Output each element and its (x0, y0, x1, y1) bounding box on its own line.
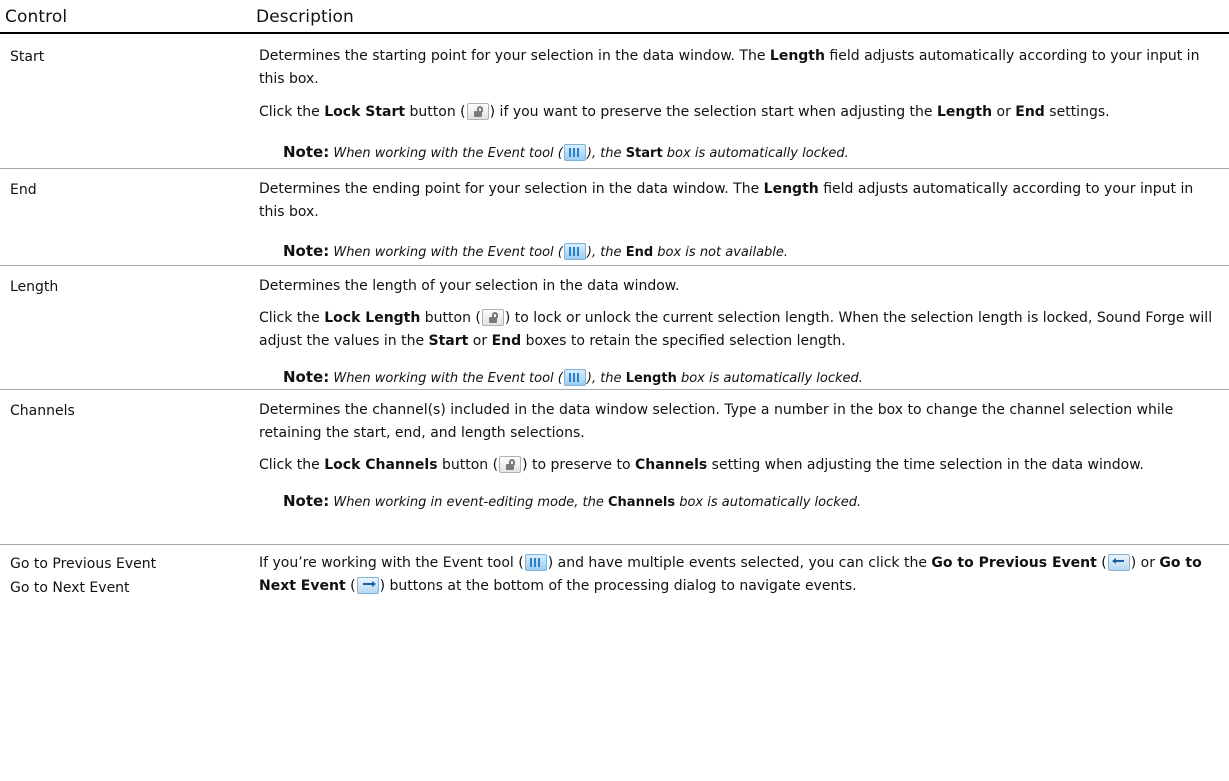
note: Note: When working with the Event tool (… (283, 242, 789, 260)
table-row-end: End Determines the ending point for your… (0, 169, 1229, 266)
note: Note: When working with the Event tool (… (283, 143, 849, 161)
control-name: Start (10, 49, 45, 65)
event-tool-icon (563, 144, 586, 161)
event-tool-icon (563, 243, 586, 260)
header-description: Description (256, 7, 354, 27)
next-event-icon (356, 577, 379, 594)
note: Note: When working with the Event tool (… (283, 368, 863, 386)
header-control: Control (5, 7, 68, 27)
control-go-to-previous-event: Go to Previous Event (10, 556, 157, 572)
description-cell: Determines the starting point for your s… (259, 45, 1221, 165)
control-name: Length (10, 279, 59, 295)
control-description-table: Control Description Start Determines the… (0, 0, 1229, 781)
table-row-goto-events: Go to Previous Event Go to Next Event If… (0, 545, 1229, 781)
control-name: End (10, 182, 37, 198)
table-header: Control Description (0, 0, 1229, 34)
description-cell: Determines the channel(s) included in th… (259, 399, 1221, 514)
description-cell: Determines the ending point for your sel… (259, 178, 1221, 264)
table-row-channels: Channels Determines the channel(s) inclu… (0, 390, 1229, 545)
description-text: Click the Lock Channels button () to pre… (259, 456, 1144, 473)
lock-icon (499, 456, 522, 473)
description-cell: Determines the length of your selection … (259, 275, 1221, 390)
control-go-to-next-event: Go to Next Event (10, 580, 130, 596)
control-name: Go to Previous Event Go to Next Event (10, 555, 156, 597)
control-name: Channels (10, 403, 75, 419)
description-text: If you’re working with the Event tool ()… (259, 554, 1202, 594)
previous-event-icon (1107, 554, 1130, 571)
description-text: Determines the channel(s) included in th… (259, 402, 1174, 441)
note: Note: When working in event-editing mode… (283, 492, 862, 510)
description-text: Click the Lock Start button () if you wa… (259, 103, 1110, 120)
event-tool-icon (524, 554, 547, 571)
table-row-length: Length Determines the length of your sel… (0, 266, 1229, 390)
description-text: Determines the length of your selection … (259, 278, 680, 294)
description-text: Click the Lock Length button () to lock … (259, 309, 1213, 349)
table-row-start: Start Determines the starting point for … (0, 34, 1229, 169)
lock-icon (481, 309, 504, 326)
lock-icon (466, 103, 489, 120)
event-tool-icon (563, 369, 586, 386)
description-text: Determines the ending point for your sel… (259, 181, 1194, 220)
description-cell: If you’re working with the Event tool ()… (259, 552, 1221, 598)
description-text: Determines the starting point for your s… (259, 48, 1200, 87)
